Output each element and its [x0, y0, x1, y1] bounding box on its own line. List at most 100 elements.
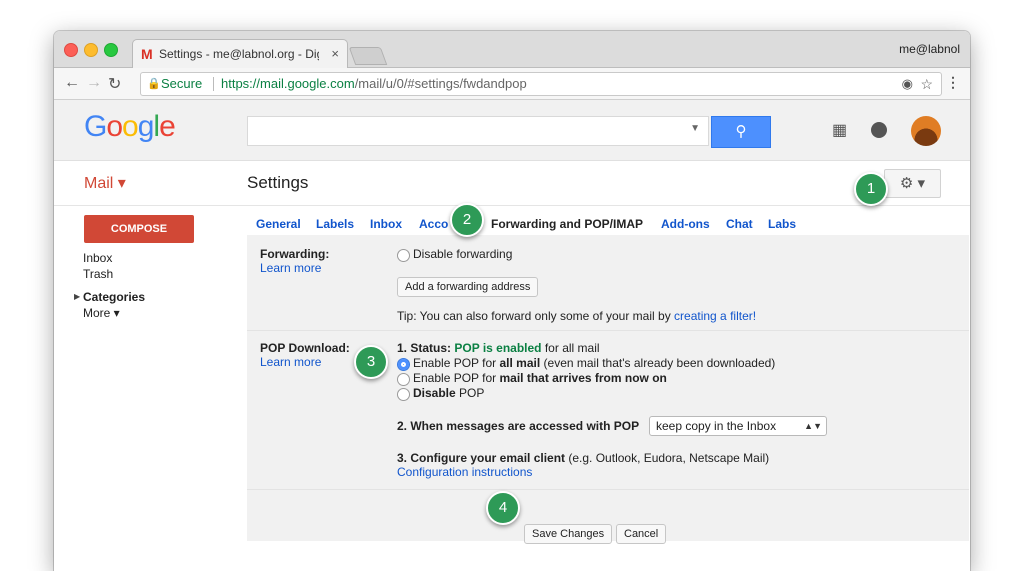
- step-marker-4: 4: [486, 491, 520, 525]
- client-bold: 3. Configure your email client: [397, 451, 566, 465]
- url-text: https://mail.google.com/mail/u/0/#settin…: [221, 73, 527, 95]
- opt1-prefix: Enable POP for: [413, 356, 500, 370]
- status-suffix: for all mail: [541, 341, 600, 355]
- forwarding-label: Forwarding:: [260, 247, 330, 261]
- maximize-window-button[interactable]: [104, 43, 118, 57]
- minimize-window-button[interactable]: [84, 43, 98, 57]
- cancel-button[interactable]: Cancel: [616, 524, 667, 544]
- status-value: POP is enabled: [454, 341, 542, 355]
- tab-labs[interactable]: Labs: [768, 217, 796, 231]
- forward-arrow-icon[interactable]: →: [86, 74, 102, 92]
- configuration-instructions-link[interactable]: Configuration instructions: [397, 465, 532, 479]
- logo-letter: o: [106, 110, 123, 143]
- pop-access-select[interactable]: keep copy in the Inbox ▲▼: [649, 416, 827, 436]
- sidebar-item-inbox[interactable]: Inbox: [83, 251, 112, 265]
- add-forwarding-address-button[interactable]: Add a forwarding address: [397, 277, 539, 297]
- tab-inbox[interactable]: Inbox: [370, 217, 402, 231]
- save-changes-button[interactable]: Save Changes: [524, 524, 613, 544]
- sidebar-item-categories[interactable]: Categories: [83, 290, 145, 304]
- search-options-chevron-icon[interactable]: ▼: [690, 123, 700, 134]
- disable-pop-radio[interactable]: [397, 388, 410, 401]
- step-marker-2: 2: [450, 203, 484, 237]
- address-separator: [213, 77, 214, 91]
- step-marker-3: 3: [354, 345, 388, 379]
- tab-add-ons[interactable]: Add-ons: [661, 217, 710, 231]
- disable-forwarding-radio[interactable]: [397, 249, 410, 262]
- search-button[interactable]: ⚲: [711, 116, 771, 148]
- forwarding-section: Forwarding: Learn more Disable forwardin…: [247, 235, 969, 331]
- tab-title: Settings - me@labnol.org - Dig: [159, 47, 319, 61]
- title-bar: M Settings - me@labnol.org - Dig × me@la…: [54, 31, 970, 68]
- settings-gear-button[interactable]: ⚙ ▾: [884, 169, 941, 198]
- pop-download-label: POP Download:: [260, 341, 350, 355]
- opt1-bold: all mail: [499, 356, 541, 370]
- profile-name[interactable]: me@labnol: [899, 42, 960, 56]
- app-bar: Mail ▾ Settings ⚙ ▾: [54, 161, 970, 206]
- eye-icon[interactable]: ◉: [902, 73, 913, 95]
- magnifier-icon: ⚲: [735, 123, 747, 140]
- google-logo[interactable]: Google: [84, 110, 176, 144]
- address-bar[interactable]: 🔒 Secure https://mail.google.com/mail/u/…: [140, 72, 942, 96]
- notifications-icon[interactable]: [871, 122, 887, 138]
- search-input[interactable]: ▼: [247, 116, 709, 146]
- sidebar: COMPOSE Inbox Trash ▶ Categories More ▾: [54, 206, 244, 506]
- tip-text: Tip: You can also forward only some of y…: [397, 309, 675, 323]
- pop-all-mail-label[interactable]: Enable POP for all mail (even mail that'…: [413, 356, 775, 370]
- disable-forwarding-label[interactable]: Disable forwarding: [413, 247, 512, 261]
- apps-grid-icon[interactable]: ▦: [832, 120, 847, 140]
- select-arrows-icon: ▲▼: [804, 421, 822, 431]
- browser-window: M Settings - me@labnol.org - Dig × me@la…: [54, 31, 970, 571]
- back-arrow-icon[interactable]: ←: [64, 74, 80, 92]
- status-prefix: 1. Status:: [397, 341, 455, 355]
- expand-triangle-icon[interactable]: ▶: [74, 292, 80, 301]
- url-path: /mail/u/0/#settings/fwdandpop: [354, 76, 527, 91]
- avatar[interactable]: [911, 116, 941, 146]
- browser-toolbar: ← → ↻ 🔒 Secure https://mail.google.com/m…: [54, 68, 970, 100]
- creating-filter-link[interactable]: creating a filter!: [674, 309, 756, 323]
- pop-learn-more-link[interactable]: Learn more: [260, 355, 321, 369]
- sidebar-item-more[interactable]: More ▾: [83, 306, 120, 320]
- step-marker-1: 1: [854, 172, 888, 206]
- disable-pop-label[interactable]: Disable POP: [413, 386, 484, 400]
- tab-general[interactable]: General: [256, 217, 301, 231]
- opt3-bold: Disable: [413, 386, 456, 400]
- opt2-prefix: Enable POP for: [413, 371, 500, 385]
- url-domain: https://mail.google.com: [221, 76, 355, 91]
- client-suffix: (e.g. Outlook, Eudora, Netscape Mail): [565, 451, 770, 465]
- configure-client-text: 3. Configure your email client (e.g. Out…: [397, 451, 769, 465]
- pop-from-now-label[interactable]: Enable POP for mail that arrives from no…: [413, 371, 667, 385]
- forwarding-learn-more-link[interactable]: Learn more: [260, 261, 321, 275]
- gmail-favicon-icon: M: [141, 46, 153, 62]
- logo-letter: e: [159, 110, 176, 143]
- browser-tab[interactable]: M Settings - me@labnol.org - Dig ×: [132, 39, 348, 68]
- mail-switcher[interactable]: Mail ▾: [84, 173, 126, 193]
- opt2-bold: mail that arrives from now on: [499, 371, 667, 385]
- forwarding-tip: Tip: You can also forward only some of y…: [397, 309, 756, 323]
- pop-all-mail-radio[interactable]: [397, 358, 410, 371]
- tab-labels[interactable]: Labels: [316, 217, 354, 231]
- compose-button[interactable]: COMPOSE: [84, 215, 194, 243]
- tab-forwarding-pop-imap[interactable]: Forwarding and POP/IMAP: [491, 217, 643, 231]
- page-title: Settings: [247, 173, 309, 192]
- tab-close-icon[interactable]: ×: [331, 46, 339, 61]
- logo-letter: g: [137, 110, 155, 143]
- tab-chat[interactable]: Chat: [726, 217, 753, 231]
- lock-icon: 🔒: [147, 78, 161, 90]
- pop-access-value: keep copy in the Inbox: [656, 419, 777, 433]
- pop-status: 1. Status: POP is enabled for all mail: [397, 341, 600, 355]
- google-header: Google ▼ ⚲ ▦: [54, 100, 970, 161]
- pop-from-now-radio[interactable]: [397, 373, 410, 386]
- settings-tabs: General Labels Inbox Acco Forwarding and…: [247, 213, 969, 235]
- logo-letter: o: [122, 110, 139, 143]
- opt1-suffix: (even mail that's already been downloade…: [540, 356, 776, 370]
- secure-label: Secure: [161, 76, 203, 91]
- new-tab-button[interactable]: [348, 47, 388, 65]
- settings-panel: Forwarding: Learn more Disable forwardin…: [247, 235, 969, 544]
- menu-dots-icon[interactable]: ⋮: [946, 74, 960, 91]
- star-icon[interactable]: ☆: [920, 73, 933, 95]
- reload-icon[interactable]: ↻: [108, 74, 121, 94]
- tab-accounts[interactable]: Acco: [419, 217, 448, 231]
- sidebar-item-trash[interactable]: Trash: [83, 267, 113, 281]
- close-window-button[interactable]: [64, 43, 78, 57]
- access-label: 2. When messages are accessed with POP: [397, 419, 640, 433]
